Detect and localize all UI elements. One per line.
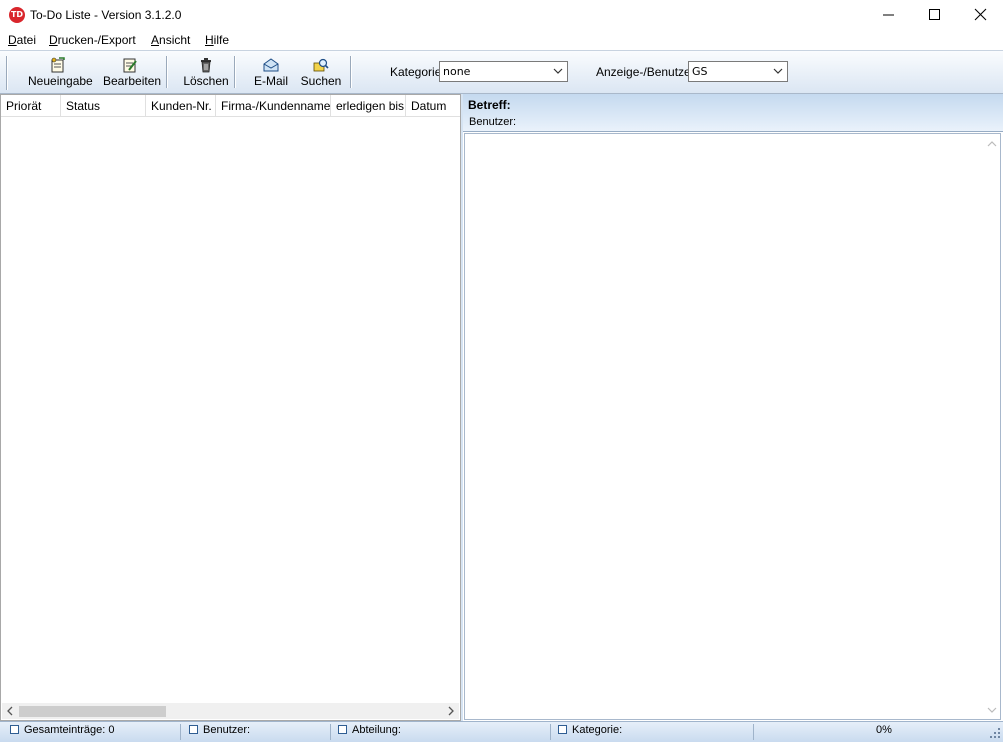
menu-label: rucken-/Export [57,33,136,47]
status-total-text: Gesamteinträge: 0 [24,724,115,736]
toolbar-separator [234,56,236,88]
menu-accel: D [49,33,58,47]
status-user-text: Benutzer: [203,724,251,736]
menu-accel: H [205,33,214,47]
chevron-up-icon[interactable] [987,140,997,148]
category-label: Kategorie [390,65,442,79]
toolbar-grip[interactable] [6,56,8,90]
chevron-left-icon[interactable] [5,706,15,716]
column-header-due-date[interactable]: erledigen bis [331,95,406,117]
status-square-icon [189,725,198,734]
scrollbar-thumb[interactable] [19,706,166,717]
column-header-customer-no[interactable]: Kunden-Nr. [146,95,216,117]
edit-label: Bearbeiten [103,74,162,88]
subject-label: Betreff: [468,98,511,112]
menu-bar: Datei Drucken-/Export Ansicht Hilfe [0,30,1003,50]
menu-accel: D [8,33,17,47]
list-header: Priorät Status Kunden-Nr. Firma-/Kundenn… [1,95,460,117]
column-header-status[interactable]: Status [61,95,146,117]
status-divider [550,724,551,740]
menu-drucken-export[interactable]: Drucken-/Export [49,33,136,47]
status-user: Benutzer: [189,724,250,736]
status-department: Abteilung: [338,724,401,736]
window-title: To-Do Liste - Version 3.1.2.0 [30,8,182,22]
status-square-icon [338,725,347,734]
app-icon: TD [9,7,25,23]
new-entry-label: Neueingabe [28,74,93,88]
delete-button[interactable]: Löschen [183,57,229,89]
chevron-down-icon[interactable] [987,706,997,714]
status-progress: 0% [876,724,892,736]
close-icon [974,8,987,21]
search-button[interactable]: Suchen [300,57,342,89]
detail-panel: Betreff: Benutzer: [463,94,1003,721]
column-header-date[interactable]: Datum [406,95,460,117]
status-divider [753,724,754,740]
chevron-right-icon[interactable] [446,706,456,716]
minimize-button[interactable] [866,0,912,30]
column-header-company[interactable]: Firma-/Kundenname [216,95,331,117]
category-select[interactable]: none [439,61,568,82]
user-filter-label: Anzeige-/Benutzer [596,65,695,79]
column-header-priority[interactable]: Priorät [1,95,61,117]
menu-label: nsicht [159,33,191,47]
status-square-icon [10,725,19,734]
status-square-icon [558,725,567,734]
category-value: none [443,65,471,78]
chevron-down-icon [773,68,783,74]
status-total: Gesamteinträge: 0 [10,724,115,736]
resize-grip-icon[interactable] [989,727,1001,739]
menu-label: ilfe [213,33,230,47]
toolbar-separator [350,56,352,88]
status-category: Kategorie: [558,724,622,736]
delete-label: Löschen [183,74,229,88]
status-divider [330,724,331,740]
detail-text-area[interactable] [464,133,1001,720]
menu-datei[interactable]: Datei [8,33,36,47]
menu-label: atei [16,33,37,47]
status-bar: Gesamteinträge: 0 Benutzer: Abteilung: K… [0,721,1003,742]
vertical-scrollbar[interactable] [984,134,1000,719]
search-icon [313,58,329,72]
menu-ansicht[interactable]: Ansicht [151,33,190,47]
email-button[interactable]: E-Mail [253,57,289,89]
title-bar: TD To-Do Liste - Version 3.1.2.0 [0,0,1003,30]
maximize-icon [929,9,940,20]
task-list[interactable]: Priorät Status Kunden-Nr. Firma-/Kundenn… [0,94,461,721]
trash-icon [201,58,211,73]
new-entry-icon [51,57,65,73]
horizontal-scrollbar[interactable] [2,703,459,719]
search-label: Suchen [300,74,342,88]
maximize-button[interactable] [912,0,958,30]
chevron-down-icon [553,68,563,74]
envelope-icon [263,58,279,72]
status-department-text: Abteilung: [352,724,401,736]
close-button[interactable] [958,0,1003,30]
new-entry-button[interactable]: Neueingabe [28,57,93,89]
edit-button[interactable]: Bearbeiten [103,57,162,89]
menu-accel: A [151,33,160,47]
menu-hilfe[interactable]: Hilfe [205,33,229,47]
email-label: E-Mail [253,74,288,88]
toolbar-separator [166,56,168,88]
user-select[interactable]: GS [688,61,788,82]
minimize-icon [883,14,894,16]
detail-header: Betreff: Benutzer: [463,94,1003,132]
status-category-text: Kategorie: [572,724,623,736]
detail-user-label: Benutzer: [469,116,517,128]
status-divider [180,724,181,740]
user-value: GS [692,65,708,78]
edit-icon [123,58,137,73]
